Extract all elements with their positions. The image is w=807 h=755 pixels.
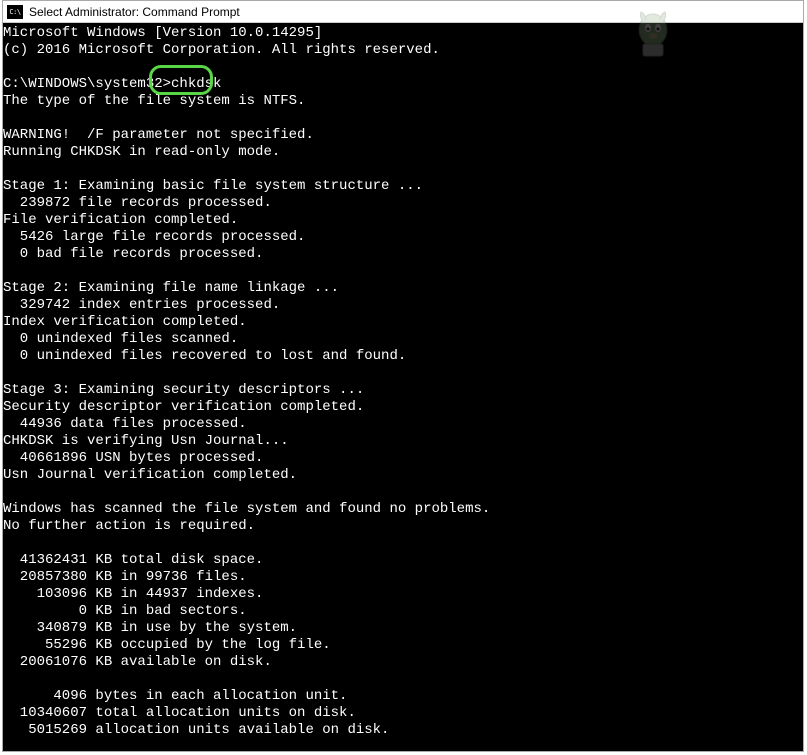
window-title: Select Administrator: Command Prompt <box>29 5 240 19</box>
titlebar[interactable]: C:\ Select Administrator: Command Prompt <box>3 1 803 23</box>
cmd-icon: C:\ <box>7 5 23 19</box>
command-prompt-window: C:\ Select Administrator: Command Prompt… <box>2 0 804 752</box>
cmd-icon-text: C:\ <box>9 8 20 16</box>
terminal-output[interactable]: Microsoft Windows [Version 10.0.14295] (… <box>3 23 803 751</box>
